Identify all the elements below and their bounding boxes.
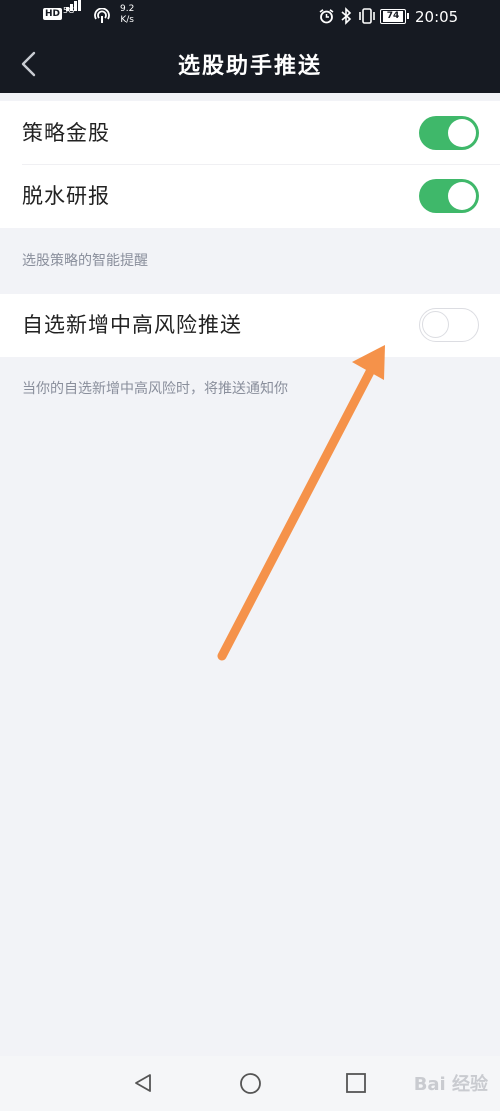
nav-back-icon[interactable] (132, 1072, 154, 1094)
speed-unit: K/s (120, 15, 134, 25)
setting-row-research-report: 脱水研报 (0, 165, 500, 228)
top-bar: HD 5G 9.2 K/s 74 (0, 0, 500, 93)
nav-home-icon[interactable] (239, 1072, 262, 1095)
battery-level: 74 (383, 11, 403, 22)
hotspot-icon (94, 8, 110, 23)
speed-value: 9.2 (120, 4, 135, 14)
toggle-knob (448, 182, 476, 210)
setting-label: 自选新增中高风险推送 (22, 313, 242, 337)
research-report-toggle[interactable] (419, 179, 479, 213)
risk-settings-group: 自选新增中高风险推送 (0, 294, 500, 357)
battery-icon: 74 (380, 9, 409, 24)
alarm-icon (319, 9, 334, 24)
system-nav-bar: Bai 经验 (0, 1056, 500, 1111)
page-title: 选股助手推送 (177, 54, 322, 79)
status-bar: HD 5G 9.2 K/s 74 (0, 0, 500, 36)
bluetooth-icon (341, 7, 352, 25)
network-speed: 9.2 K/s (120, 4, 134, 26)
group2-caption: 当你的自选新增中高风险时，将推送通知你 (22, 381, 288, 397)
strategy-stocks-toggle[interactable] (419, 116, 479, 150)
nav-recents-icon[interactable] (345, 1072, 367, 1094)
group1-caption: 选股策略的智能提醒 (22, 253, 148, 269)
setting-label: 策略金股 (22, 121, 110, 145)
risk-push-toggle[interactable] (419, 308, 479, 342)
setting-row-risk-push: 自选新增中高风险推送 (0, 294, 500, 357)
setting-label: 脱水研报 (22, 184, 110, 208)
setting-row-strategy-stocks: 策略金股 (0, 102, 500, 165)
vibrate-icon (359, 8, 375, 24)
clock: 20:05 (415, 8, 459, 26)
watermark: Bai 经验 (413, 1074, 488, 1095)
hd-indicator: HD (43, 8, 63, 20)
toggle-knob (422, 311, 449, 338)
toggle-knob (448, 119, 476, 147)
strategy-settings-group: 策略金股 脱水研报 (0, 101, 500, 228)
